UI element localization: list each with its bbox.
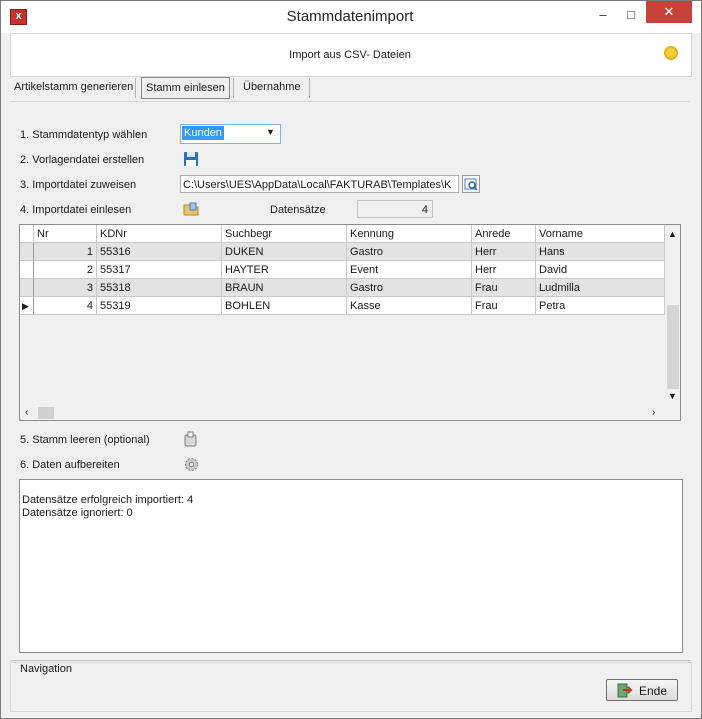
minimize-button[interactable]: – [590,6,616,24]
tab-divider [135,78,136,98]
table-row[interactable]: ▶ 4 55319 BOHLEN Kasse Frau Petra [20,297,665,315]
cell-nr: 3 [34,279,97,297]
exit-icon [617,683,633,701]
horizontal-scrollbar[interactable] [20,405,665,420]
grid-corner [20,225,34,243]
navigation-panel [10,662,692,712]
column-header[interactable]: KDNr [97,225,222,243]
chevron-down-icon[interactable]: ▼ [266,127,275,137]
cell-nr: 2 [34,261,97,279]
step5-label: 5. Stamm leeren (optional) [20,434,150,446]
scroll-up-icon[interactable]: ▲ [668,229,677,239]
column-header[interactable]: Anrede [472,225,536,243]
cell-anrede: Frau [472,297,536,315]
scrollbar-thumb[interactable] [38,407,54,419]
cell-anrede: Herr [472,243,536,261]
column-header[interactable]: Nr [34,225,97,243]
cell-kennung: Gastro [347,279,472,297]
browse-icon[interactable] [462,175,480,193]
step2-label: 2. Vorlagendatei erstellen [20,154,145,166]
cell-nr: 1 [34,243,97,261]
navigation-label: Navigation [20,663,72,675]
column-header[interactable]: Suchbegr [222,225,347,243]
cell-nr: 4 [34,297,97,315]
table-row[interactable]: 2 55317 HAYTER Event Herr David [20,261,665,279]
cell-kdnr: 55319 [97,297,222,315]
log-line-imported: Datensätze erfolgreich importiert: 4 [22,494,194,506]
cell-kennung: Event [347,261,472,279]
ende-label: Ende [639,684,668,698]
cell-kdnr: 55316 [97,243,222,261]
tab-artikelstamm[interactable]: Artikelstamm generieren [10,77,137,97]
cell-vorname: Ludmilla [536,279,665,297]
scroll-down-icon[interactable]: ▼ [668,391,677,401]
open-folder-icon[interactable] [183,201,200,220]
step6-label: 6. Daten aufbereiten [20,459,120,471]
close-button[interactable]: ✕ [646,1,692,23]
tab-divider [309,78,310,98]
import-log: Datensätze erfolgreich importiert: 4 Dat… [19,479,683,653]
sun-icon [664,46,678,60]
row-header[interactable] [20,243,34,261]
table-row[interactable]: 3 55318 BRAUN Gastro Frau Ludmilla [20,279,665,297]
cell-anrede: Herr [472,261,536,279]
step4-label: 4. Importdatei einlesen [20,204,132,216]
row-header[interactable] [20,279,34,297]
cell-vorname: Petra [536,297,665,315]
step3-label: 3. Importdatei zuweisen [20,179,137,191]
cell-suchbegr: BRAUN [222,279,347,297]
row-header[interactable] [20,261,34,279]
table-row[interactable]: 1 55316 DUKEN Gastro Herr Hans [20,243,665,261]
cell-suchbegr: BOHLEN [222,297,347,315]
cell-kdnr: 55317 [97,261,222,279]
cell-kennung: Kasse [347,297,472,315]
cell-kennung: Gastro [347,243,472,261]
current-row-icon: ▶ [22,301,29,311]
records-count: 4 [357,200,433,218]
scrollbar-thumb[interactable] [667,305,679,389]
save-icon[interactable] [183,151,199,170]
clear-stamm-icon[interactable] [183,431,199,450]
records-label: Datensätze [270,204,326,216]
log-line-ignored: Datensätze ignoriert: 0 [22,507,133,519]
row-header[interactable]: ▶ [20,297,34,315]
gear-icon[interactable] [183,456,200,476]
import-path-field[interactable]: C:\Users\UES\AppData\Local\FAKTURAB\Temp… [180,175,459,193]
scroll-right-icon[interactable]: › [652,407,655,418]
tab-stamm-einlesen[interactable]: Stamm einlesen [141,77,230,99]
type-select-value[interactable]: Kunden [182,126,224,140]
tab-uebernahme[interactable]: Übernahme [239,77,304,97]
cell-anrede: Frau [472,279,536,297]
header-title: Import aus CSV- Dateien [289,49,411,61]
tab-divider [233,78,234,98]
scroll-left-icon[interactable]: ‹ [25,407,28,418]
navigation-divider [10,660,690,661]
data-grid[interactable]: Nr KDNr Suchbegr Kennung Anrede Vorname … [19,224,681,421]
ende-button[interactable]: Ende [606,679,678,701]
maximize-button[interactable]: □ [618,6,644,24]
cell-vorname: David [536,261,665,279]
cell-kdnr: 55318 [97,279,222,297]
step1-label: 1. Stammdatentyp wählen [20,129,148,141]
cell-suchbegr: HAYTER [222,261,347,279]
column-header[interactable]: Kennung [347,225,472,243]
column-header[interactable]: Vorname [536,225,665,243]
cell-suchbegr: DUKEN [222,243,347,261]
cell-vorname: Hans [536,243,665,261]
